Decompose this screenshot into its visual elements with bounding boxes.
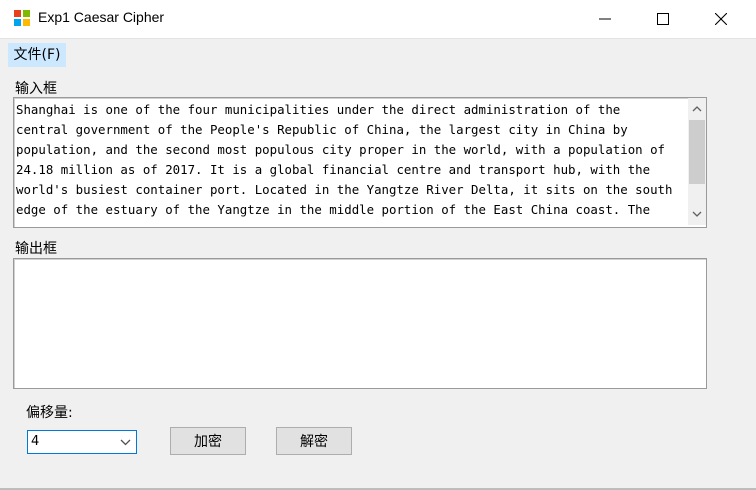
offset-value: 4: [31, 434, 40, 449]
close-button[interactable]: [692, 0, 750, 38]
input-textbox[interactable]: Shanghai is one of the four municipaliti…: [13, 97, 707, 228]
input-label: 输入框: [15, 81, 57, 97]
chevron-up-icon: [692, 106, 702, 112]
menu-file[interactable]: 文件(F): [8, 43, 66, 67]
decrypt-button[interactable]: 解密: [276, 427, 352, 455]
title-bar: Exp1 Caesar Cipher: [0, 0, 756, 38]
window-title: Exp1 Caesar Cipher: [38, 9, 165, 25]
input-scrollbar[interactable]: [688, 98, 706, 225]
output-textbox[interactable]: [13, 258, 707, 389]
offset-combobox[interactable]: 4: [27, 430, 137, 454]
minimize-icon: [599, 18, 611, 20]
close-icon: [715, 13, 727, 25]
scroll-thumb[interactable]: [689, 120, 705, 184]
maximize-icon: [657, 13, 669, 25]
scroll-up-button[interactable]: [690, 101, 704, 117]
chevron-down-icon: [692, 211, 702, 217]
maximize-button[interactable]: [634, 0, 692, 38]
output-label: 输出框: [15, 241, 57, 257]
minimize-button[interactable]: [576, 0, 634, 38]
scroll-down-button[interactable]: [690, 206, 704, 222]
offset-label: 偏移量:: [26, 405, 73, 421]
encrypt-button[interactable]: 加密: [170, 427, 246, 455]
input-text: Shanghai is one of the four municipaliti…: [16, 102, 673, 217]
chevron-down-icon: [120, 439, 131, 446]
app-icon: [13, 9, 31, 27]
menu-bar: 文件(F): [0, 38, 756, 70]
